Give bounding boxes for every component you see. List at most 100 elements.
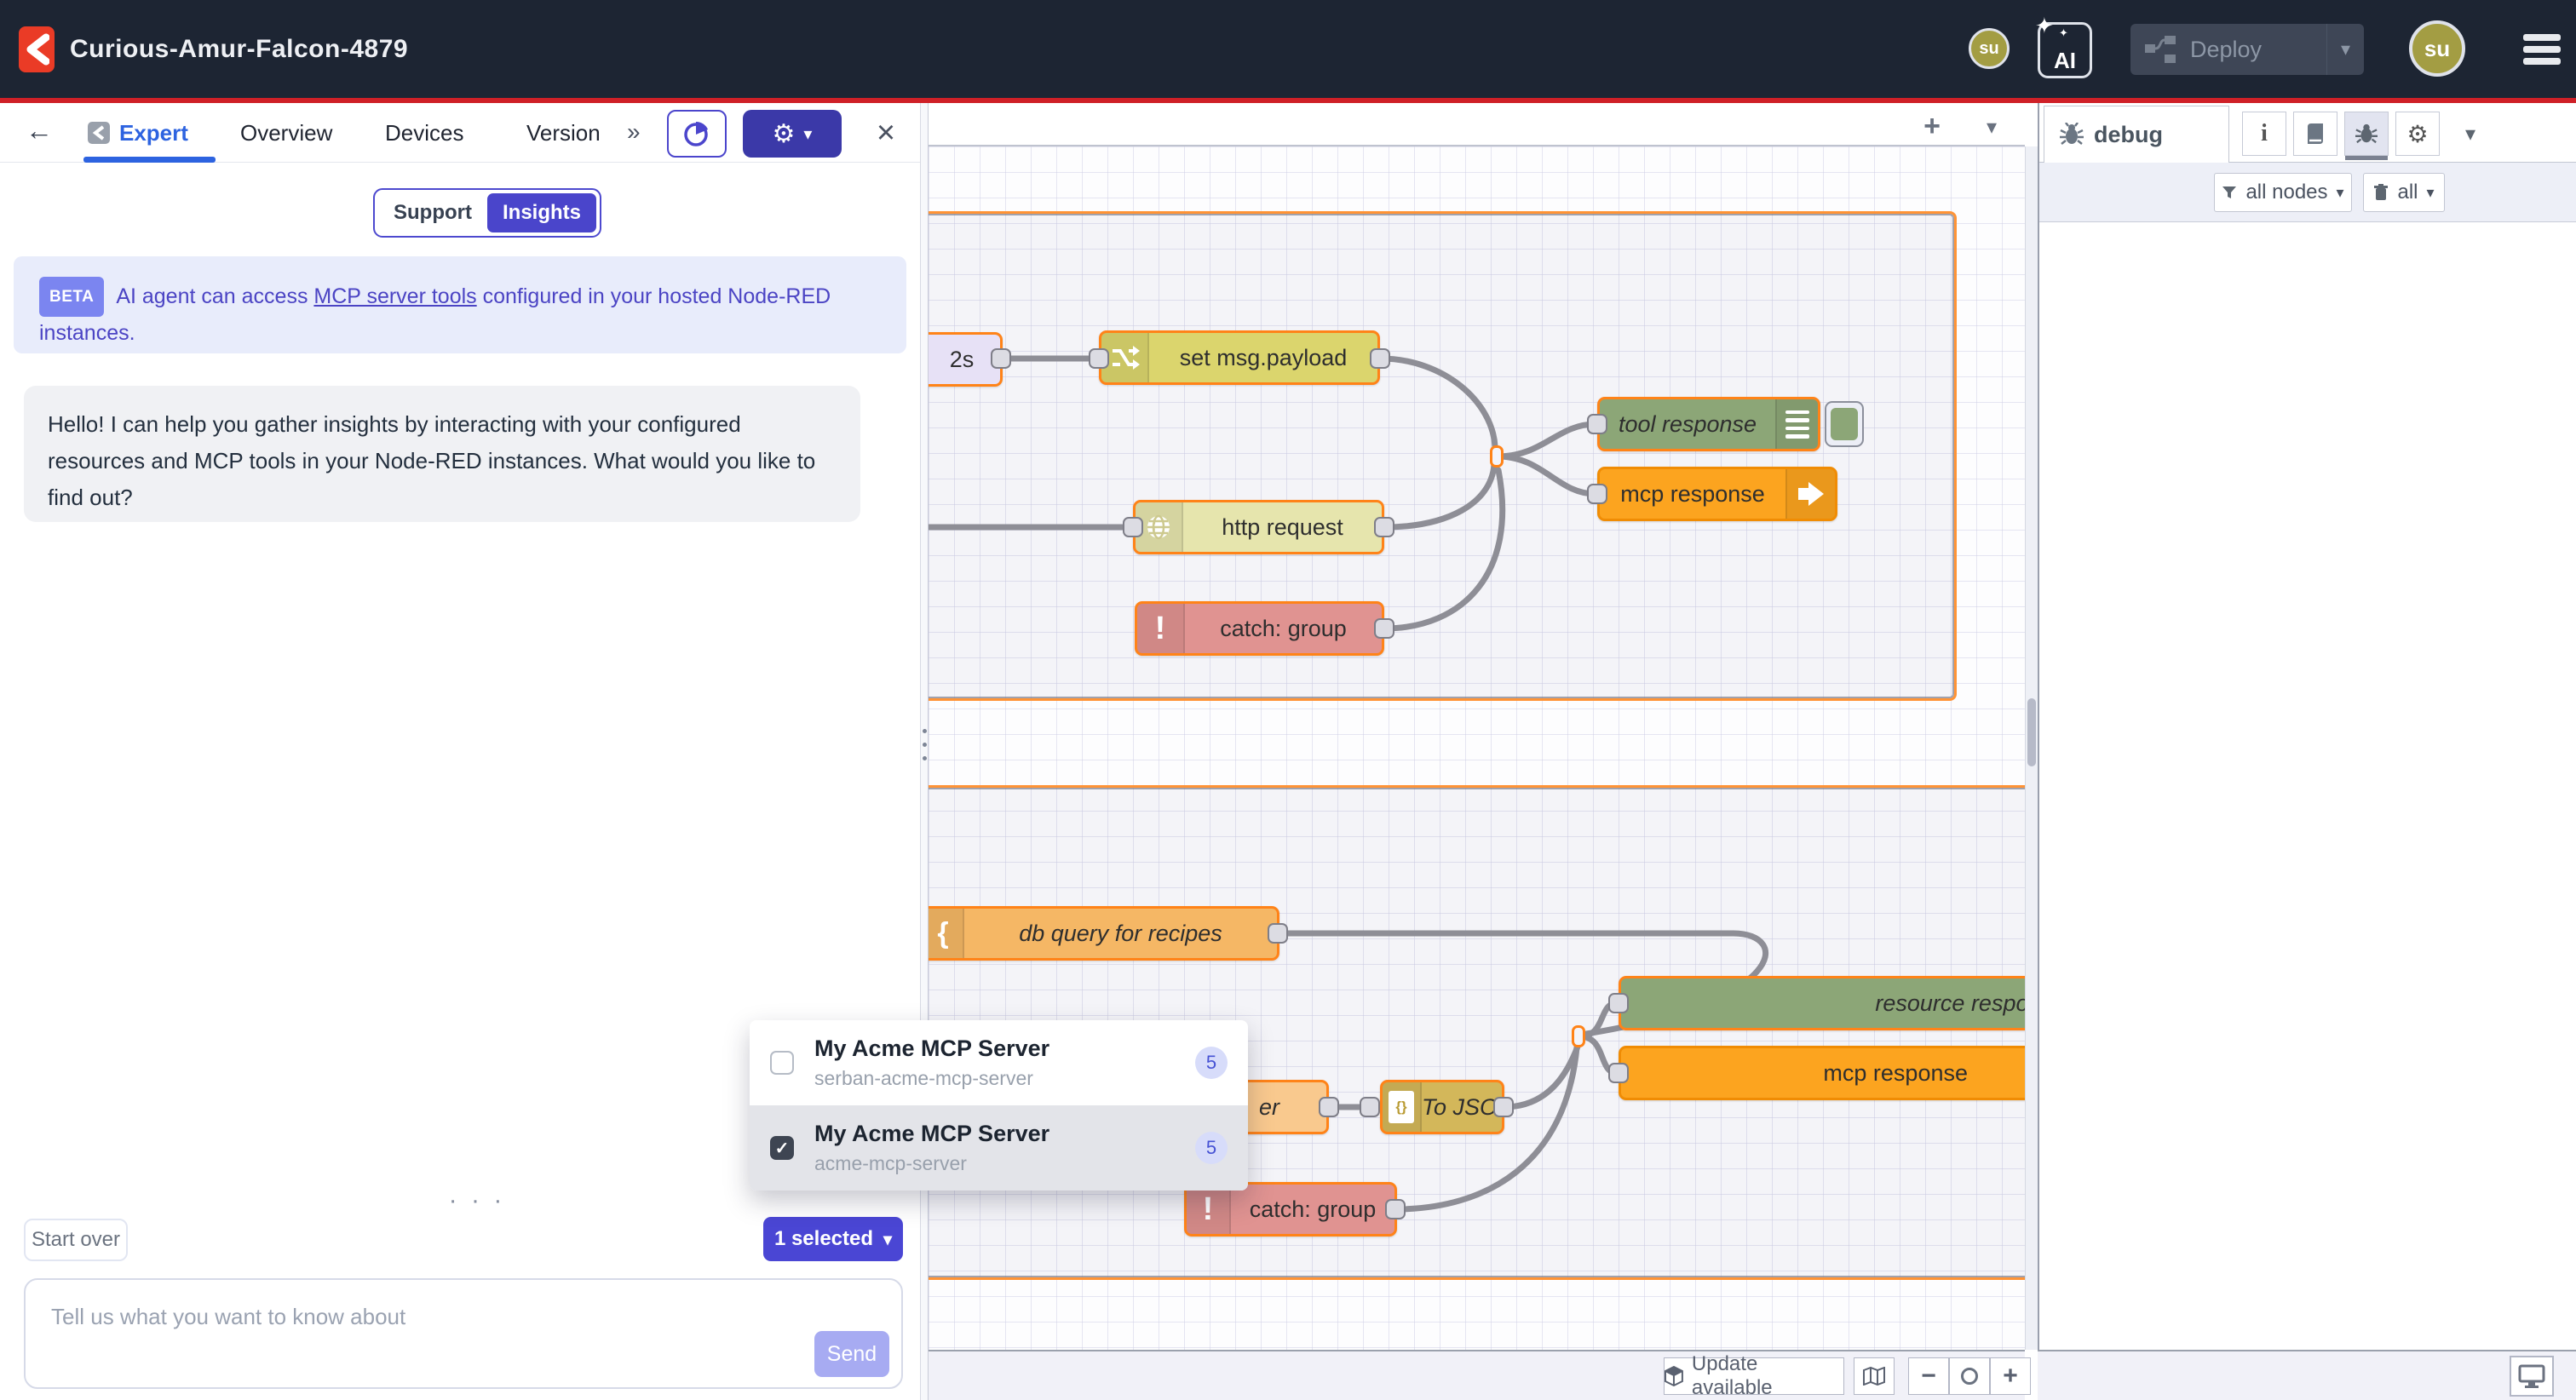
node-output-port[interactable] (1493, 1097, 1514, 1117)
node-input-port[interactable] (1587, 414, 1607, 434)
add-flow-button[interactable]: + (1913, 109, 1951, 143)
expert-tab-icon (88, 122, 110, 144)
node-input-port[interactable] (1360, 1097, 1380, 1117)
wire-junction[interactable] (1490, 445, 1504, 468)
json-file-icon: {} (1383, 1082, 1422, 1132)
clear-messages-dropdown[interactable]: all ▾ (2363, 173, 2445, 212)
toggle-support[interactable]: Support (378, 194, 487, 232)
filter-nodes-dropdown[interactable]: all nodes ▾ (2214, 173, 2352, 212)
app-window: Curious-Amur-Falcon-4879 su ✦ ✦ AI Deplo… (0, 0, 2576, 1400)
node-http-request[interactable]: http request (1133, 500, 1384, 554)
ai-assistant-button[interactable]: ✦ ✦ AI (2038, 22, 2092, 78)
node-mcp-response-bottom[interactable]: mcp response (1619, 1046, 2025, 1100)
deploy-button[interactable]: Deploy ▾ (2130, 24, 2364, 75)
assistant-settings-button[interactable]: ⚙ ▾ (743, 110, 842, 158)
zoom-out-button[interactable]: − (1908, 1357, 1949, 1395)
tab-version[interactable]: Version (526, 120, 601, 146)
node-db-query[interactable]: { db query for recipes (929, 906, 1279, 961)
selected-servers-button[interactable]: 1 selected ▾ (763, 1217, 903, 1261)
pie-chart-icon (682, 119, 711, 148)
insights-chart-button[interactable] (667, 110, 727, 158)
flow-list-chevron-icon[interactable]: ▾ (1975, 112, 2009, 141)
panel-splitter[interactable] (920, 103, 929, 1400)
node-tool-response[interactable]: tool response (1597, 397, 1820, 451)
debug-sidebar: debug i ⚙ ▾ all nodes ▾ (2038, 103, 2576, 1400)
node-input-port[interactable] (1123, 517, 1143, 537)
node-set-msg-payload[interactable]: set msg.payload (1099, 330, 1380, 385)
avatar-small[interactable]: su (1969, 28, 2010, 69)
back-icon[interactable]: ← (26, 115, 53, 146)
node-output-port[interactable] (991, 348, 1011, 369)
minimap-button[interactable] (1854, 1357, 1895, 1395)
main-menu-icon[interactable] (2523, 34, 2561, 65)
mcp-server-tools-link[interactable]: MCP server tools (313, 284, 476, 308)
node-to-json[interactable]: {} To JSON (1380, 1080, 1504, 1134)
sidebar-settings-button[interactable]: ⚙ (2395, 112, 2440, 156)
node-input-port[interactable] (1608, 993, 1629, 1013)
server-id: serban-acme-mcp-server (814, 1067, 1049, 1090)
bug-icon (2060, 123, 2084, 146)
node-output-port[interactable] (1374, 618, 1394, 639)
scrollbar-thumb[interactable] (2027, 698, 2036, 766)
package-icon (1665, 1366, 1683, 1386)
toggle-insights[interactable]: Insights (487, 193, 596, 232)
node-input-port[interactable] (1608, 1063, 1629, 1083)
zoom-in-button[interactable]: + (1990, 1357, 2031, 1395)
info-icon: i (2261, 120, 2268, 147)
mcp-server-dropdown: My Acme MCP Server serban-acme-mcp-serve… (750, 1020, 1248, 1191)
node-output-port[interactable] (1268, 923, 1288, 944)
send-button[interactable]: Send (814, 1331, 889, 1377)
server-name: My Acme MCP Server (814, 1121, 1049, 1147)
assistant-panel-header: ← Expert Overview Devices Version » ⚙ ▾ … (0, 103, 920, 163)
tab-devices[interactable]: Devices (385, 120, 463, 146)
sidebar-footer (2038, 1350, 2576, 1400)
node-catch-group-top[interactable]: ! catch: group (1135, 601, 1384, 656)
sidebar-options-chevron-icon[interactable]: ▾ (2465, 122, 2475, 146)
sparkle-icon: ✦ (2035, 13, 2054, 39)
start-over-button[interactable]: Start over (24, 1219, 128, 1261)
chevron-down-icon: ▾ (803, 123, 812, 145)
panel-resize-handle[interactable]: · · · (443, 1186, 511, 1215)
node-output-port[interactable] (1319, 1097, 1339, 1117)
help-button[interactable] (2293, 112, 2337, 156)
open-dashboard-button[interactable] (2510, 1356, 2554, 1397)
ai-label: AI (2040, 48, 2090, 74)
node-resource-response[interactable]: resource respons (1619, 976, 2025, 1030)
canvas-footer: Update available − + (929, 1350, 2025, 1400)
info-button[interactable]: i (2242, 112, 2286, 156)
node-output-port[interactable] (1385, 1199, 1406, 1219)
zoom-reset-button[interactable] (1949, 1357, 1990, 1395)
server-name: My Acme MCP Server (814, 1036, 1049, 1062)
flow-tabs-bar (929, 103, 2025, 146)
checkbox-unchecked[interactable] (770, 1051, 794, 1075)
active-tab-underline (83, 157, 216, 163)
beta-badge: BETA (39, 277, 104, 317)
debug-filter-bar: all nodes ▾ all ▾ (2039, 163, 2576, 222)
node-output-port[interactable] (1374, 517, 1394, 537)
node-mcp-response-top[interactable]: mcp response (1597, 467, 1837, 521)
node-input-port[interactable] (1587, 484, 1607, 504)
debug-messages-button[interactable] (2344, 112, 2389, 156)
node-input-port[interactable] (1089, 348, 1109, 369)
tab-overflow-icon[interactable]: » (627, 118, 641, 146)
tab-debug[interactable]: debug (2044, 106, 2229, 163)
update-available-button[interactable]: Update available (1664, 1357, 1844, 1395)
list-item[interactable]: ✓ My Acme MCP Server acme-mcp-server 5 (750, 1105, 1248, 1191)
deploy-label: Deploy (2190, 37, 2262, 63)
arrow-right-icon (1785, 469, 1835, 519)
tab-overview[interactable]: Overview (240, 120, 332, 146)
support-insights-toggle: Support Insights (373, 188, 601, 238)
wire-junction[interactable] (1572, 1025, 1585, 1047)
chat-input[interactable] (26, 1280, 901, 1387)
tab-expert[interactable]: Expert (119, 120, 188, 146)
exclamation-icon: ! (1137, 604, 1185, 653)
debug-enable-toggle[interactable] (1825, 401, 1864, 447)
list-item[interactable]: My Acme MCP Server serban-acme-mcp-serve… (750, 1020, 1248, 1105)
checkbox-checked-icon[interactable]: ✓ (770, 1136, 794, 1160)
node-output-port[interactable] (1370, 348, 1390, 369)
canvas-vertical-scrollbar[interactable] (2025, 146, 2038, 1350)
deploy-options-chevron-icon[interactable]: ▾ (2326, 24, 2364, 75)
close-icon[interactable]: × (867, 112, 905, 154)
avatar-large[interactable]: su (2409, 20, 2465, 77)
flowfuse-logo-icon[interactable] (19, 26, 55, 72)
